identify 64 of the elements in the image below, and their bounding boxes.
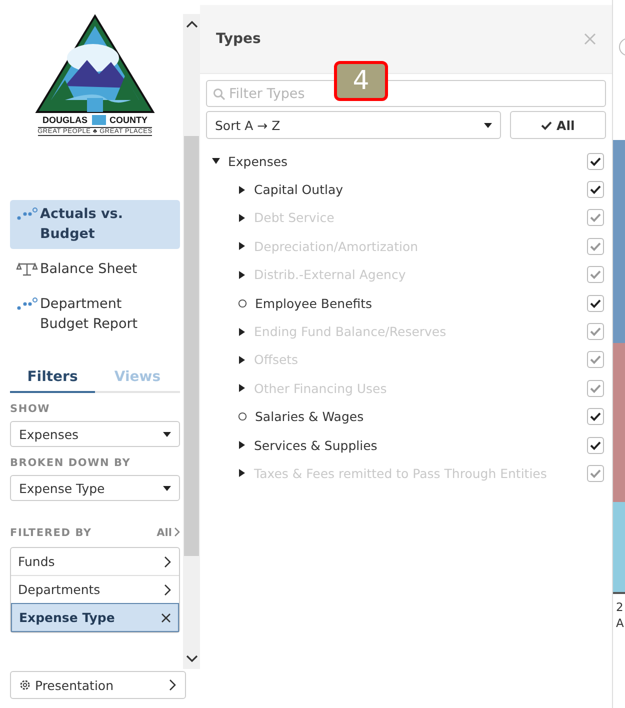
panel-title: Types [216,31,261,47]
checkmark-icon [590,355,601,364]
filter-item[interactable]: Funds [11,548,179,575]
nav-item[interactable]: Actuals vs. Budget [10,200,180,249]
show-dropdown[interactable]: Expenses [10,421,180,447]
tree-item-label[interactable]: Employee Benefits [255,296,579,311]
scroll-up-icon[interactable] [186,20,198,28]
gear-icon [19,679,31,691]
checkbox[interactable] [587,436,604,454]
tree-item-label[interactable]: Salaries & Wages [255,409,579,424]
filter-item[interactable]: Expense Type [11,603,179,632]
section-label: FILTERED BY [10,527,92,539]
sort-dropdown[interactable]: Sort A → Z [206,111,501,139]
select-all-button[interactable]: All [510,111,606,139]
scatter-dots-icon [16,207,38,221]
expand-arrow-icon[interactable] [238,186,246,194]
balance-scale-icon [16,262,38,276]
checkbox[interactable] [587,152,604,170]
chevron-right-icon [174,527,180,537]
checkbox[interactable] [587,408,604,426]
checkmark-icon [590,298,601,308]
checkmark-icon [590,270,601,280]
axis-label: A [616,616,624,630]
checkmark-icon [590,242,601,251]
checkmark-icon [590,384,601,393]
checkmark-icon [590,156,601,166]
chevron-right-icon [164,584,172,596]
logo-word: COUNTY [110,115,148,125]
checkmark-icon [541,120,552,130]
tree-item-label[interactable]: Expenses [228,154,579,169]
breakdown-dropdown[interactable]: Expense Type [10,475,180,501]
tree-item-label[interactable]: Capital Outlay [254,182,579,198]
expand-arrow-icon[interactable] [212,157,220,166]
checkmark-icon [590,185,601,194]
tree-item-label[interactable]: Services & Supplies [254,438,579,453]
annotation-callout: 4 [334,61,388,101]
leaf-circle-icon [238,298,247,308]
section-label: BROKEN DOWN BY [10,457,132,469]
scrollbar-thumb[interactable] [184,136,199,556]
expand-arrow-icon[interactable] [238,441,246,450]
checkbox[interactable] [587,294,604,312]
scrollbar[interactable] [183,14,200,669]
all-filters-link[interactable]: All [156,527,180,539]
checkmark-icon [590,440,601,450]
sidebar-tab[interactable]: Filters [10,369,95,393]
checkmark-icon [590,412,601,422]
presentation-button[interactable]: Presentation [10,671,186,699]
scroll-down-icon[interactable] [186,655,198,663]
nav-item[interactable]: Balance Sheet [10,255,180,284]
section-label: SHOW [10,403,52,415]
checkmark-icon [590,327,601,336]
checkbox[interactable] [587,181,604,198]
chevron-right-icon [169,679,177,691]
logo-river-stem [92,115,106,125]
chevron-right-icon [164,556,172,568]
nav-item[interactable]: Department Budget Report [10,290,180,339]
leaf-circle-icon [238,412,247,422]
logo-word: DOUGLAS [42,115,88,125]
checkmark-icon [590,468,601,478]
search-icon [213,88,225,100]
checkmark-icon [590,213,601,222]
axis-label: 2 [616,600,624,614]
close-icon[interactable] [161,612,171,622]
scatter-dots-icon [16,297,38,311]
